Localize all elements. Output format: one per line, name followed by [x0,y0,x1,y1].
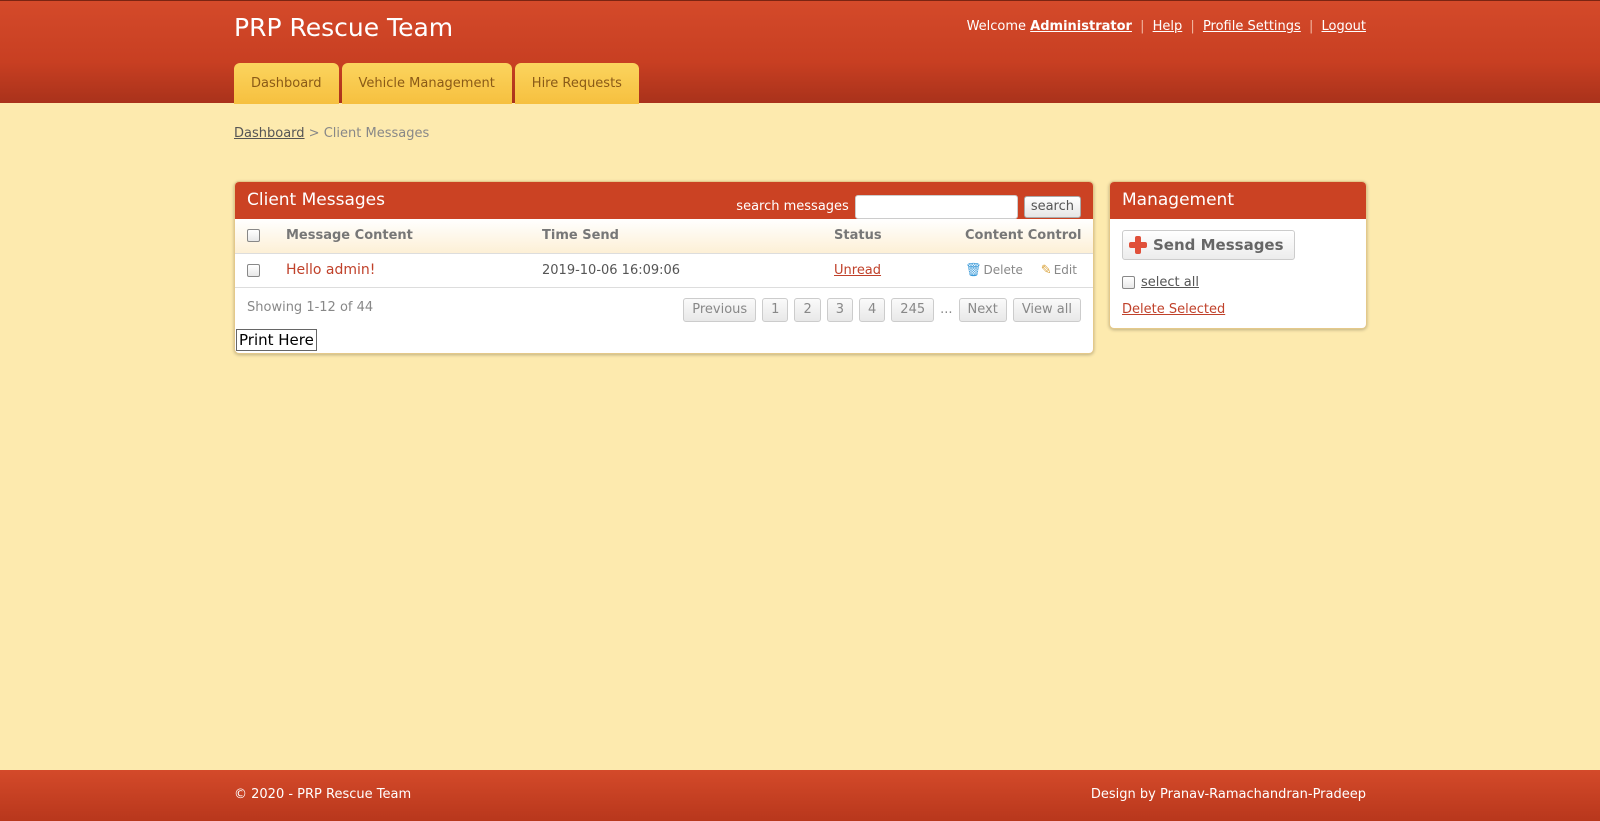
message-link[interactable]: Hello admin! [286,262,375,278]
view-all-button[interactable]: View all [1012,297,1081,322]
delete-control[interactable]: 🗑 Delete [965,262,1027,278]
select-all-checkbox[interactable] [1122,276,1135,289]
pager-row: Showing 1-12 of 44 Previous 1 2 3 4 245 … [235,288,1093,328]
table-row: Hello admin! 2019-10-06 16:09:06 Unread … [235,253,1093,288]
breadcrumb: Dashboard > Client Messages [234,126,429,141]
page-button[interactable]: 4 [859,297,886,322]
search-input[interactable] [854,194,1018,219]
select-all-link[interactable]: select all [1141,275,1199,290]
edit-label: Edit [1053,262,1077,277]
panel-title: Management [1122,190,1234,210]
page-button[interactable]: 245 [891,297,935,322]
design-credit: Design by Pranav-Ramachandran-Pradeep [1090,787,1366,802]
user-link[interactable]: Administrator [1030,19,1132,34]
divider: | [1308,19,1314,34]
status-cell: Unread [833,253,964,288]
profile-settings-link[interactable]: Profile Settings [1203,19,1301,34]
content-control-cell: 🗑 Delete ✎ Edit [964,253,1093,288]
select-all-control: select all [1122,275,1199,290]
user-links: Welcome Administrator | Help | Profile S… [967,19,1366,34]
header-checkbox-cell [235,219,285,254]
showing-count: Showing 1-12 of 44 [247,299,374,315]
welcome-text: Welcome [966,19,1027,34]
edit-control[interactable]: ✎ Edit [1040,262,1077,278]
panel-header: Client Messages search messages search [235,182,1093,219]
pagination: Previous 1 2 3 4 245 ... Next View all [683,297,1081,322]
page-button[interactable]: 1 [762,297,789,322]
tab-dashboard[interactable]: Dashboard [234,63,339,104]
select-all-checkbox[interactable] [247,229,260,243]
status-link[interactable]: Unread [834,263,881,278]
messages-table: Message Content Time Send Status Content… [235,219,1093,288]
page-button[interactable]: 2 [794,297,821,322]
site-header: PRP Rescue Team Welcome Administrator | … [0,0,1600,104]
send-messages-label: Send Messages [1153,236,1284,254]
delete-selected-link[interactable]: Delete Selected [1122,302,1225,317]
copyright-text: © 2020 - PRP Rescue Team [234,787,412,802]
message-content-cell: Hello admin! [285,253,541,288]
plus-icon [1129,236,1147,254]
previous-page-button[interactable]: Previous [683,297,757,322]
logout-link[interactable]: Logout [1321,19,1366,34]
column-header: Message Content [285,219,541,254]
send-messages-button[interactable]: Send Messages [1122,230,1295,260]
breadcrumb-dashboard-link[interactable]: Dashboard [234,126,305,141]
tab-vehicle-management[interactable]: Vehicle Management [341,63,512,104]
print-button[interactable]: Print Here [236,329,317,351]
client-messages-panel: Client Messages search messages search M… [234,181,1094,354]
panel-title: Client Messages [247,190,385,210]
site-footer: © 2020 - PRP Rescue Team Design by Prana… [0,770,1600,821]
page-button[interactable]: 3 [826,297,854,322]
help-link[interactable]: Help [1153,19,1183,34]
pencil-icon: ✎ [1040,262,1052,278]
divider: | [1140,19,1145,34]
time-cell: 2019-10-06 16:09:06 [541,253,833,288]
search-label: search messages [736,199,849,214]
trash-icon: 🗑 [965,262,982,278]
search-button[interactable]: search [1023,195,1081,218]
site-title: PRP Rescue Team [234,13,454,42]
divider: | [1190,19,1195,34]
breadcrumb-separator: > [308,126,320,141]
pager-ellipsis: ... [940,302,953,317]
row-checkbox-cell [235,253,285,288]
next-page-button[interactable]: Next [958,297,1007,322]
panel-header: Management [1110,182,1366,219]
delete-label: Delete [983,262,1023,277]
row-checkbox[interactable] [247,263,260,277]
main-nav-tabs: Dashboard Vehicle Management Hire Reques… [234,63,639,104]
tab-hire-requests[interactable]: Hire Requests [514,63,639,104]
breadcrumb-current: Client Messages [323,126,430,141]
management-panel: Management Send Messages select all Dele… [1109,181,1367,329]
search-box: search messages search [736,188,1081,225]
